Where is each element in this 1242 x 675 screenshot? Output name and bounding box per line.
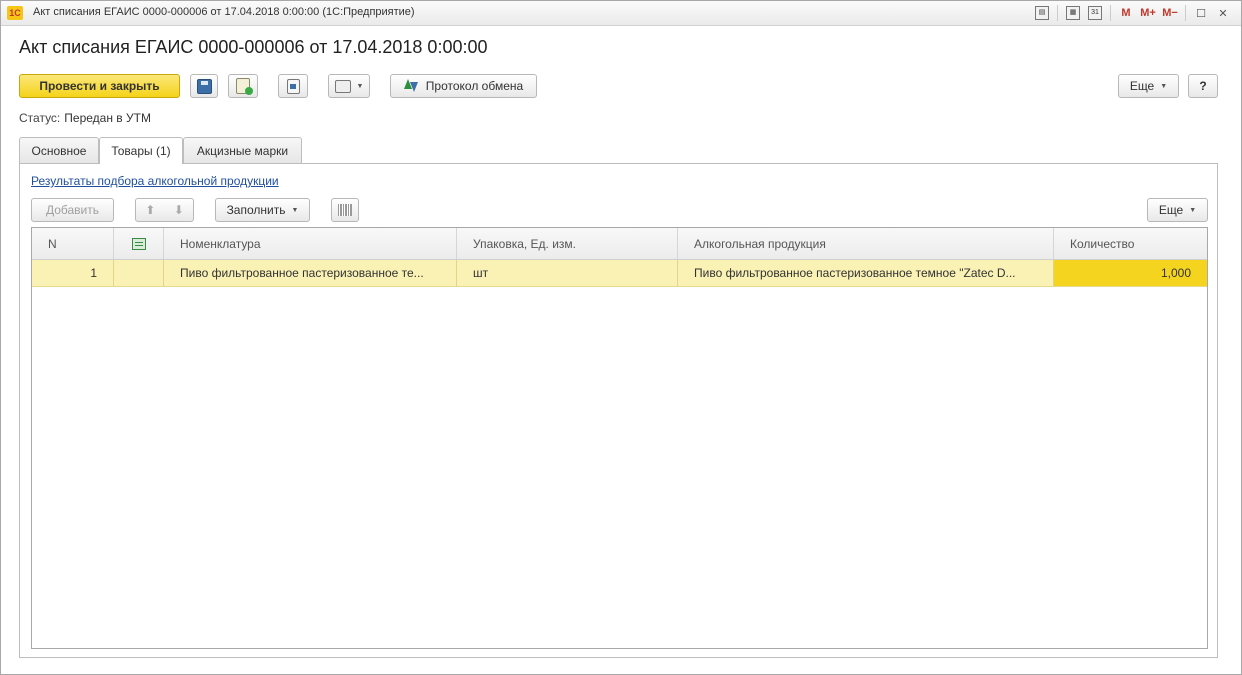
arrow-down-icon[interactable]: ⬇ <box>174 203 184 217</box>
fill-button[interactable]: Заполнить ▼ <box>215 198 310 222</box>
divider <box>1110 5 1111 21</box>
title-bar-controls: ▤ ▦ 31 M M+ M− ☐ ✕ <box>1032 4 1233 22</box>
column-header-alcohol[interactable]: Алкогольная продукция <box>678 228 1054 259</box>
table-more-label: Еще <box>1158 203 1184 217</box>
more-button[interactable]: Еще ▼ <box>1118 74 1179 98</box>
title-bar: 1С Акт списания ЕГАИС 0000-000006 от 17.… <box>1 1 1241 26</box>
help-button[interactable]: ? <box>1188 74 1218 98</box>
maximize-icon: ☐ <box>1196 7 1206 20</box>
add-button[interactable]: Добавить <box>31 198 114 222</box>
chevron-down-icon: ▼ <box>356 82 364 90</box>
arrow-up-icon[interactable]: ⬆ <box>145 203 155 217</box>
column-header-nomenclature[interactable]: Номенклатура <box>164 228 457 259</box>
row-mark[interactable] <box>114 260 164 286</box>
close-button[interactable]: ✕ <box>1213 4 1233 22</box>
calculator-icon: ▦ <box>1066 6 1080 20</box>
table-row[interactable]: 1 Пиво фильтрованное пастеризованное те.… <box>32 260 1207 287</box>
row-quantity[interactable]: 1,000 <box>1054 260 1207 286</box>
tab-goods[interactable]: Товары (1) <box>99 137 183 164</box>
exchange-arrows-icon <box>403 79 418 93</box>
divider <box>1057 5 1058 21</box>
row-unit[interactable]: шт <box>457 260 678 286</box>
print-preview-button[interactable]: ▤ <box>1032 4 1052 22</box>
barcode-button[interactable] <box>331 198 359 222</box>
column-header-unit[interactable]: Упаковка, Ед. изм. <box>457 228 678 259</box>
exchange-log-button[interactable]: Протокол обмена <box>390 74 537 98</box>
exchange-log-label: Протокол обмена <box>425 79 524 93</box>
related-documents-button[interactable] <box>278 74 308 98</box>
column-header-quantity[interactable]: Количество <box>1054 228 1207 259</box>
move-buttons: ⬆ ⬇ <box>135 198 194 222</box>
column-header-n[interactable]: N <box>32 228 114 259</box>
post-button[interactable] <box>228 74 258 98</box>
1c-logo-icon[interactable]: 1С <box>7 6 23 20</box>
close-icon: ✕ <box>1218 7 1228 20</box>
maximize-button[interactable]: ☐ <box>1191 4 1211 22</box>
memory-button[interactable]: M <box>1116 4 1136 22</box>
chevron-down-icon: ▼ <box>1160 82 1168 90</box>
more-label: Еще <box>1129 79 1155 93</box>
row-number[interactable]: 1 <box>32 260 114 286</box>
related-documents-icon <box>286 78 300 94</box>
status-line: Статус: Передан в УТМ <box>19 111 151 125</box>
page-title: Акт списания ЕГАИС 0000-000006 от 17.04.… <box>19 37 488 57</box>
selection-results-link[interactable]: Результаты подбора алкогольной продукции <box>31 174 279 188</box>
fill-label: Заполнить <box>226 203 286 217</box>
table-icon <box>131 237 146 250</box>
calendar-button[interactable]: 31 <box>1085 4 1105 22</box>
memory-subtract-button[interactable]: M− <box>1160 4 1180 22</box>
tab-main[interactable]: Основное <box>19 137 99 163</box>
print-icon <box>334 79 351 93</box>
calendar-icon: 31 <box>1088 6 1102 20</box>
goods-panel: Результаты подбора алкогольной продукции… <box>19 163 1218 658</box>
app-window: 1С Акт списания ЕГАИС 0000-000006 от 17.… <box>0 0 1242 675</box>
status-label: Статус: <box>19 111 61 125</box>
window-title: Акт списания ЕГАИС 0000-000006 от 17.04.… <box>33 6 415 18</box>
post-and-close-button[interactable]: Провести и закрыть <box>19 74 180 98</box>
column-header-mark[interactable] <box>114 228 164 259</box>
save-icon <box>196 78 212 94</box>
divider <box>1185 5 1186 21</box>
save-button[interactable] <box>190 74 218 98</box>
status-value: Передан в УТМ <box>64 111 151 125</box>
post-document-icon <box>236 78 253 95</box>
row-nomenclature[interactable]: Пиво фильтрованное пастеризованное те... <box>164 260 457 286</box>
barcode-icon <box>338 204 352 216</box>
calculator-button[interactable]: ▦ <box>1063 4 1083 22</box>
chevron-down-icon: ▼ <box>1189 206 1197 214</box>
table-header: N Номенклатура Упаковка, Ед. изм. Алкого… <box>32 228 1207 260</box>
table-more-button[interactable]: Еще ▼ <box>1147 198 1208 222</box>
print-menu-button[interactable]: ▼ <box>328 74 370 98</box>
chevron-down-icon: ▼ <box>291 206 299 214</box>
memory-add-button[interactable]: M+ <box>1138 4 1158 22</box>
tab-excise-stamps[interactable]: Акцизные марки <box>183 137 302 163</box>
goods-table: N Номенклатура Упаковка, Ед. изм. Алкого… <box>31 227 1208 649</box>
row-alcohol-product[interactable]: Пиво фильтрованное пастеризованное темно… <box>678 260 1054 286</box>
printer-icon: ▤ <box>1035 6 1049 20</box>
